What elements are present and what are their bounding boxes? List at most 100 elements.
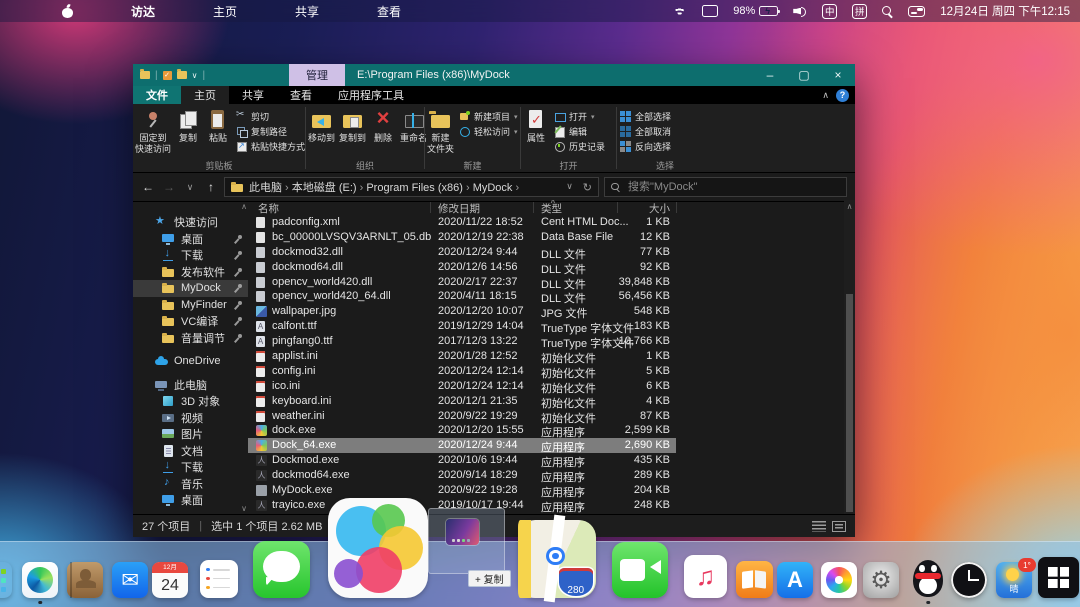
file-row[interactable]: dockmod64.dll 2020/12/6 14:56 DLL 文件 92 KB (248, 260, 676, 276)
search-input[interactable] (626, 180, 840, 194)
ribbon-button[interactable]: 移动到 (306, 107, 337, 145)
ribbon-button[interactable]: 固定到 快速访问 (133, 107, 173, 156)
ribbon-button[interactable]: 粘贴 (203, 107, 233, 145)
ribbon-small-button[interactable]: 复制路径 (236, 124, 305, 139)
dock-icon-maps[interactable]: 280 (518, 514, 596, 604)
column-header-修改日期[interactable]: 修改日期 (438, 201, 480, 216)
sidebar-item-视频[interactable]: 视频 (133, 410, 248, 427)
sidebar-item-此电脑[interactable]: 此电脑 (133, 377, 248, 394)
sidebar-item-OneDrive[interactable]: OneDrive (133, 353, 248, 370)
battery-indicator[interactable]: 98% ϟ (733, 5, 781, 17)
crumb-2[interactable]: 本地磁盘 (E:) (292, 182, 357, 194)
qat-properties-icon[interactable]: ✓ (162, 70, 172, 80)
menubar-item-1[interactable]: 访达 (131, 5, 155, 19)
dock-icon-reminders[interactable] (200, 560, 238, 598)
apple-menu-icon[interactable] (62, 5, 73, 18)
address-dropdown-chevron-icon[interactable]: ∨ (566, 181, 573, 194)
file-row[interactable]: 人 Dockmod.exe 2020/10/6 19:44 应用程序 435 KB (248, 453, 676, 469)
close-button[interactable]: × (821, 64, 855, 86)
column-header-大小[interactable]: 大小 (578, 201, 670, 216)
sidebar-item-音乐[interactable]: 音乐 (133, 476, 248, 493)
menubar-item-4[interactable]: 查看 (377, 5, 401, 19)
qat-customize-chevron-icon[interactable]: ∨ (192, 71, 198, 80)
wifi-icon[interactable] (672, 5, 688, 17)
ribbon-button[interactable]: 复制到 (337, 107, 368, 145)
ribbon-small-button[interactable]: 打开 ▾ (554, 109, 605, 124)
ribbon-small-button[interactable]: 新建项目 ▾ (459, 109, 518, 124)
sidebar-item-文档[interactable]: 文档 (133, 443, 248, 460)
ribbon-small-button[interactable]: 剪切 (236, 109, 305, 124)
file-row[interactable]: Dock_64.exe 2020/12/24 9:44 应用程序 2,690 KB (248, 438, 676, 454)
sidebar-item-快速访问[interactable]: 快速访问 (133, 214, 248, 231)
sidebar-scroll-up-icon[interactable]: ∧ (241, 202, 247, 211)
dock-icon-windows-desktop[interactable] (1038, 557, 1079, 598)
dock-icon-clock[interactable] (951, 562, 987, 598)
scrollbar-thumb[interactable] (846, 294, 853, 512)
dock-icon-app-store[interactable]: A (777, 562, 813, 598)
search-box[interactable] (604, 177, 847, 197)
ribbon-button[interactable]: 属性 (521, 107, 551, 145)
ribbon-small-button[interactable]: 编辑 (554, 124, 605, 139)
file-row[interactable]: dockmod32.dll 2020/12/24 9:44 DLL 文件 77 KB (248, 245, 676, 261)
spotlight-search-icon[interactable] (882, 5, 893, 17)
dock-icon-contacts[interactable] (67, 562, 103, 598)
ribbon-small-button[interactable]: 反向选择 (620, 139, 671, 154)
file-row[interactable]: wallpaper.jpg 2020/12/20 10:07 JPG 文件 548 K… (248, 304, 676, 320)
dock-icon-system-preferences[interactable]: ⚙ (863, 562, 899, 598)
sidebar-item-VC编译[interactable]: VC编译 (133, 313, 248, 330)
column-header-名称[interactable]: 名称 (258, 201, 279, 216)
collapse-ribbon-icon[interactable]: ∧ (822, 90, 829, 101)
dock-icon-weather[interactable]: 晴 1° (996, 558, 1036, 598)
dock-icon-game-center[interactable] (328, 498, 428, 598)
tab-2[interactable]: 主页 (181, 86, 229, 104)
recent-locations-chevron-icon[interactable]: ∨ (182, 182, 198, 193)
file-row[interactable]: padconfig.xml 2020/11/22 18:52 Cent HTML D… (248, 215, 676, 230)
dock-icon-mail[interactable]: ✉ (112, 562, 148, 598)
dock-icon-qq[interactable] (909, 560, 947, 604)
file-row[interactable]: opencv_world420.dll 2020/2/17 22:37 DLL 文件… (248, 275, 676, 291)
details-view-button[interactable] (812, 520, 826, 532)
dock-icon-books[interactable] (736, 561, 773, 598)
forward-button[interactable]: → (161, 180, 177, 194)
sidebar-item-3D 对象[interactable]: 3D 对象 (133, 393, 248, 410)
menubar-clock[interactable]: 12月24日 周四 下午12:15 (940, 3, 1070, 19)
file-list-scrollbar[interactable]: ∧ ∨ (844, 200, 855, 515)
file-row[interactable]: dock.exe 2020/12/20 15:55 应用程序 2,599 KB (248, 423, 676, 439)
minimize-button[interactable]: – (753, 64, 787, 86)
dock-icon-facetime[interactable] (612, 542, 668, 598)
dock-icon-microsoft-edge[interactable] (22, 562, 58, 604)
file-row[interactable]: applist.ini 2020/1/28 12:52 初始化文件 1 KB (248, 349, 676, 365)
file-row[interactable]: keyboard.ini 2020/12/1 21:35 初始化文件 4 KB (248, 394, 676, 410)
sidebar-item-桌面[interactable]: 桌面 (133, 492, 248, 509)
file-row[interactable]: weather.ini 2020/9/22 19:29 初始化文件 87 KB (248, 409, 676, 425)
control-center-icon[interactable] (908, 5, 926, 17)
back-button[interactable]: ← (140, 180, 156, 194)
file-row[interactable]: Acalfont.ttf 2019/12/29 14:04 TrueType 字体文… (248, 319, 676, 335)
thumbnails-view-button[interactable] (832, 520, 846, 532)
tab-1[interactable]: 文件 (133, 86, 181, 104)
file-row[interactable]: bc_00000LVSQV3ARNLT_05.db 2020/12/19 22:3… (248, 230, 676, 245)
display-icon[interactable] (702, 5, 719, 17)
qat-newfolder-icon[interactable] (176, 69, 187, 79)
qat-folder-icon[interactable] (140, 69, 150, 79)
scroll-up-icon[interactable]: ∧ (844, 202, 855, 211)
crumb-1[interactable]: 此电脑 (249, 182, 282, 194)
ribbon-small-button[interactable]: 全部选择 (620, 109, 671, 124)
sidebar-item-桌面[interactable]: 桌面 (133, 231, 248, 248)
sidebar-item-音量调节[interactable]: 音量调节 (133, 330, 248, 347)
refresh-icon[interactable]: ↻ (583, 181, 592, 194)
breadcrumb[interactable]: 此电脑 › 本地磁盘 (E:) › Program Files (x86) › … (224, 177, 599, 197)
ribbon-button[interactable]: 复制 (173, 107, 203, 145)
menubar-item-2[interactable]: 主页 (213, 5, 237, 19)
crumb-3[interactable]: Program Files (x86) (366, 182, 463, 194)
file-row[interactable]: 人 dockmod64.exe 2020/9/14 18:29 应用程序 289 KB (248, 468, 676, 484)
file-row[interactable]: Apingfang0.ttf 2017/12/3 13:22 TrueType 字体… (248, 334, 676, 350)
ribbon-small-button[interactable]: 历史记录 (554, 139, 605, 154)
sidebar-item-MyFinder[interactable]: MyFinder (133, 297, 248, 314)
dock-icon-calendar[interactable]: 12月 24 (152, 562, 188, 598)
tab-5[interactable]: 应用程序工具 (325, 86, 417, 104)
dock-icon-music[interactable]: ♫ (684, 555, 727, 598)
ime-pinyin-icon[interactable]: 拼 (852, 3, 868, 19)
volume-icon[interactable] (793, 6, 807, 17)
up-button[interactable]: ↑ (203, 180, 219, 194)
